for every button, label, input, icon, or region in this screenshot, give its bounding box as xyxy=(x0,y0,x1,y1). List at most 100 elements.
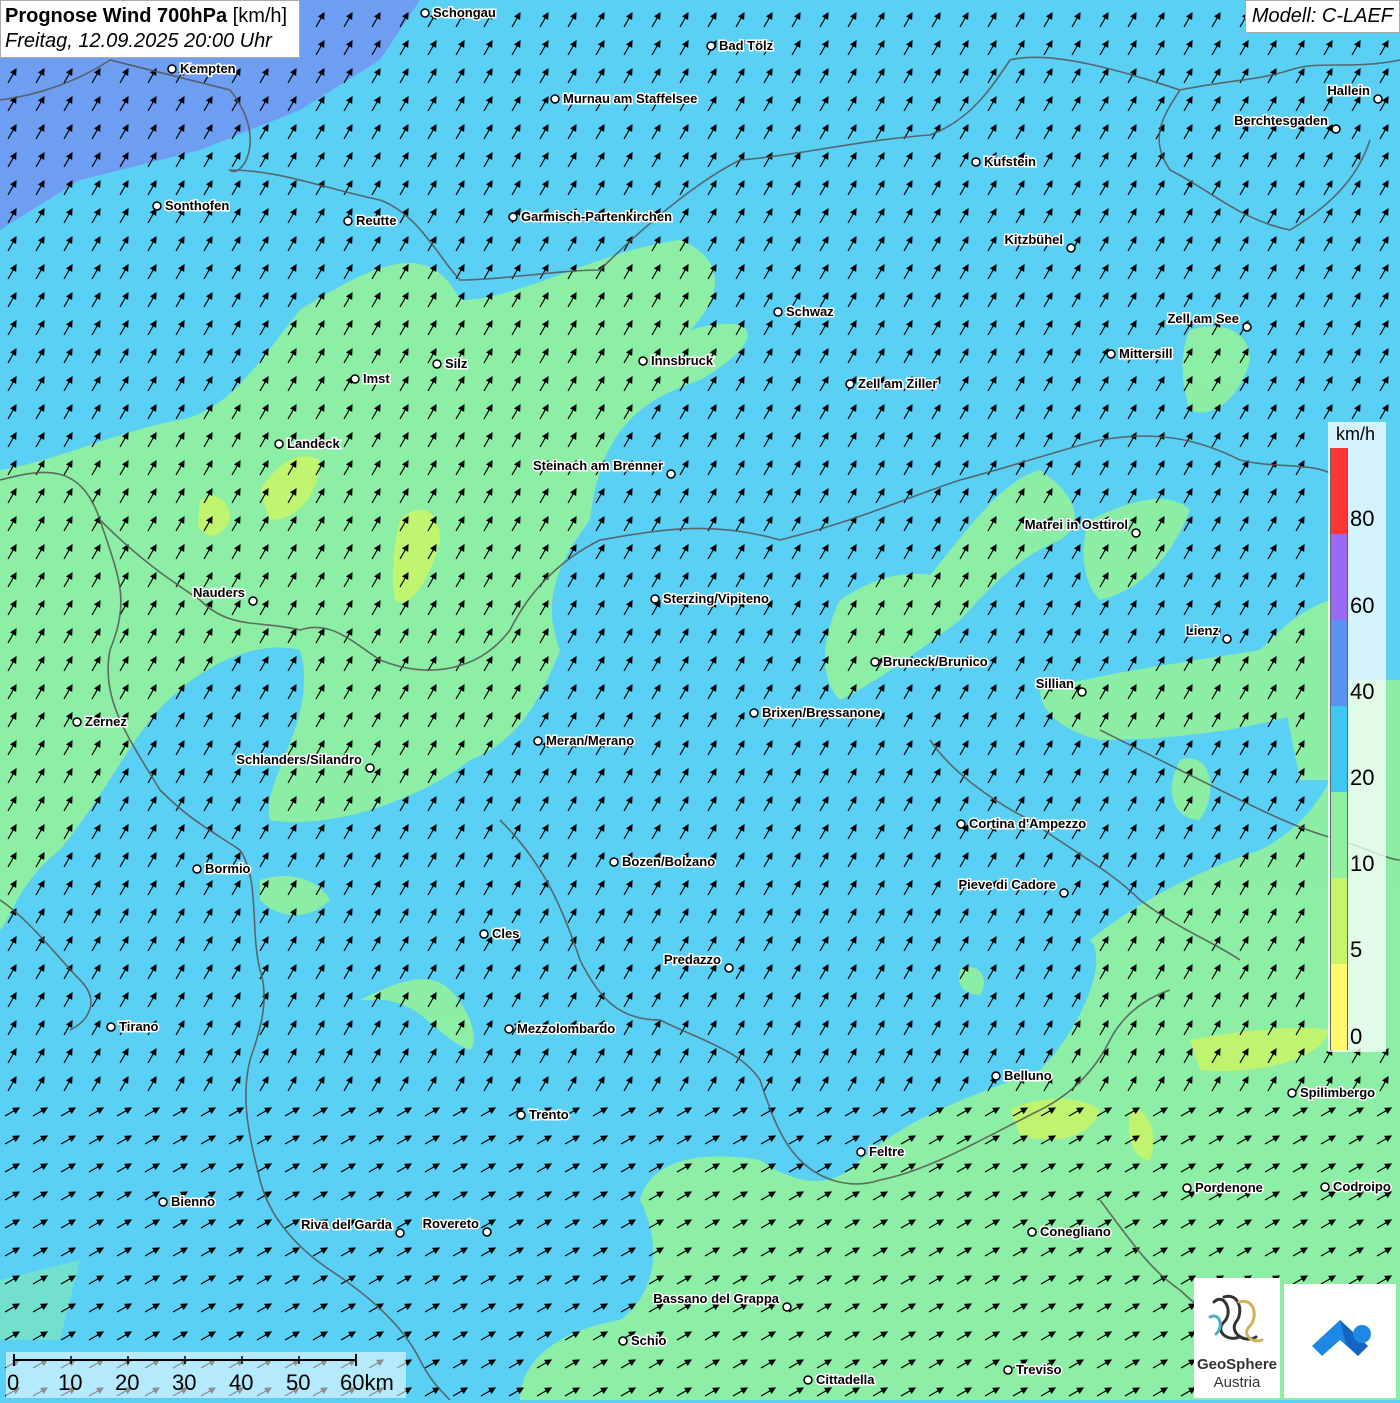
city-marker-dot xyxy=(638,356,648,366)
city-label: Schongau xyxy=(433,5,496,20)
city-marker-dot xyxy=(773,307,783,317)
legend-segment xyxy=(1330,792,1348,878)
city-marker-dot xyxy=(618,1336,628,1346)
city-marker-dot xyxy=(167,64,177,74)
city-marker-dot xyxy=(274,439,284,449)
city-label: Schio xyxy=(631,1333,666,1348)
city-marker-dot xyxy=(803,1375,813,1385)
legend-segment xyxy=(1330,620,1348,706)
scale-label: 20 xyxy=(115,1370,140,1395)
city-label: Bormio xyxy=(205,861,251,876)
scale-bar: 0 10 20 30 40 50 60km xyxy=(6,1352,406,1398)
city-marker-dot xyxy=(749,708,759,718)
city-label: Bassano del Grappa xyxy=(653,1291,779,1306)
city-label: Garmisch-Partenkirchen xyxy=(521,209,672,224)
city-label: Hallein xyxy=(1327,83,1370,98)
city-marker-dot xyxy=(479,929,489,939)
city-marker-dot xyxy=(365,763,375,773)
city-marker-dot xyxy=(432,359,442,369)
city-label: Innsbruck xyxy=(651,353,714,368)
city-marker-dot xyxy=(482,1227,492,1237)
city-label: Cittadella xyxy=(816,1372,875,1387)
city-label: Feltre xyxy=(869,1144,904,1159)
city-marker-dot xyxy=(106,1022,116,1032)
city-label: Belluno xyxy=(1004,1068,1052,1083)
city-label: Steinach am Brenner xyxy=(533,458,663,473)
city-marker-dot xyxy=(666,469,676,479)
legend-segment xyxy=(1330,448,1348,534)
city-marker-dot xyxy=(1003,1365,1013,1375)
city-label: Bad Tölz xyxy=(719,38,774,53)
city-marker-dot xyxy=(1077,687,1087,697)
scale-label: 40 xyxy=(229,1370,254,1395)
map-title: Prognose Wind 700hPa [km/h] xyxy=(5,5,287,28)
city-marker-dot xyxy=(152,201,162,211)
city-marker-dot xyxy=(1027,1227,1037,1237)
app-chevron-icon xyxy=(1312,1320,1371,1356)
city-marker-dot xyxy=(550,94,560,104)
geosphere-country: Austria xyxy=(1213,1374,1261,1391)
city-marker-dot xyxy=(1373,94,1383,104)
city-label: Landeck xyxy=(287,436,341,451)
city-label: Zell am Ziller xyxy=(858,376,937,391)
city-label: Imst xyxy=(363,371,390,386)
city-label: Mittersill xyxy=(1119,346,1172,361)
city-label: Kempten xyxy=(180,61,236,76)
weather-app-logo[interactable] xyxy=(1284,1284,1396,1398)
city-marker-dot xyxy=(504,1024,514,1034)
city-marker-dot xyxy=(856,1147,866,1157)
scale-bar-ticks xyxy=(13,1354,357,1366)
city-label: Bruneck/Brunico xyxy=(883,654,988,669)
city-marker-dot xyxy=(870,657,880,667)
legend-label-60: 60 xyxy=(1350,593,1375,618)
city-marker-dot xyxy=(956,819,966,829)
geosphere-swirl-icon xyxy=(1208,1294,1264,1343)
city-label: Bozen/Bolzano xyxy=(622,854,715,869)
scale-label: 50 xyxy=(286,1370,311,1395)
city-label: Murnau am Staffelsee xyxy=(563,91,697,106)
city-label: Pordenone xyxy=(1195,1180,1263,1195)
scale-label: 10 xyxy=(58,1370,83,1395)
city-label: Treviso xyxy=(1016,1362,1062,1377)
legend-label-20: 20 xyxy=(1350,765,1375,790)
city-label: Reutte xyxy=(356,213,396,228)
scale-label: 60km xyxy=(340,1370,394,1395)
city-label: Nauders xyxy=(193,585,245,600)
city-marker-dot xyxy=(1242,322,1252,332)
city-marker-dot xyxy=(343,216,353,226)
geosphere-name: GeoSphere xyxy=(1196,1356,1278,1373)
city-marker-dot xyxy=(192,864,202,874)
legend-segment xyxy=(1330,878,1348,964)
city-label: Trento xyxy=(529,1107,569,1122)
legend-unit: km/h xyxy=(1336,424,1376,444)
city-marker-dot xyxy=(971,157,981,167)
city-marker-dot xyxy=(991,1071,1001,1081)
city-marker-dot xyxy=(1222,634,1232,644)
city-label: Lienz xyxy=(1186,623,1220,638)
legend-label-40: 40 xyxy=(1350,679,1375,704)
map-title-unit: [km/h] xyxy=(227,5,288,27)
city-label: Cortina d'Ampezzo xyxy=(969,816,1086,831)
legend-segment xyxy=(1330,534,1348,620)
city-label: Tirano xyxy=(119,1019,159,1034)
city-marker-dot xyxy=(158,1197,168,1207)
geosphere-logo[interactable]: GeoSphere Austria xyxy=(1194,1278,1280,1398)
city-marker-dot xyxy=(1131,528,1141,538)
city-marker-dot xyxy=(420,8,430,18)
city-marker-dot xyxy=(706,41,716,51)
city-marker-dot xyxy=(1106,349,1116,359)
city-label: Spilimbergo xyxy=(1300,1085,1375,1100)
city-marker-dot xyxy=(395,1228,405,1238)
city-marker-dot xyxy=(1066,243,1076,253)
legend-label-10: 10 xyxy=(1350,851,1375,876)
city-label: Berchtesgaden xyxy=(1234,113,1328,128)
map-title-main: Prognose Wind 700hPa xyxy=(5,5,228,27)
map-title-box: Prognose Wind 700hPa [km/h] Freitag, 12.… xyxy=(0,0,301,58)
city-label: Cles xyxy=(492,926,519,941)
city-label: Sillian xyxy=(1036,676,1074,691)
city-label: Codroipo xyxy=(1333,1179,1391,1194)
legend-label-0: 0 xyxy=(1350,1024,1363,1049)
city-marker-dot xyxy=(1287,1088,1297,1098)
city-marker-dot xyxy=(533,736,543,746)
city-label: Brixen/Bressanone xyxy=(762,705,881,720)
